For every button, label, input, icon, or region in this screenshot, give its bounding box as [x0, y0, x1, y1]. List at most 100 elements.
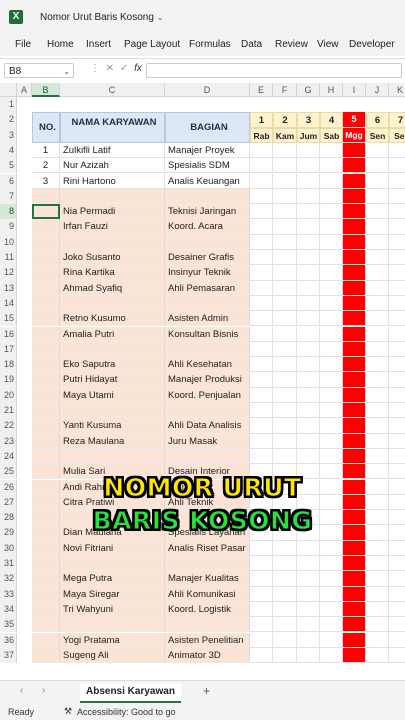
attendance-cell[interactable]: [297, 357, 320, 373]
cell-no[interactable]: [32, 433, 60, 449]
attendance-cell[interactable]: [343, 571, 366, 587]
attendance-cell[interactable]: [366, 341, 389, 358]
row-header-35[interactable]: 35: [0, 617, 17, 633]
cell-bagian[interactable]: [165, 234, 250, 250]
cell-no[interactable]: [32, 204, 60, 220]
attendance-cell[interactable]: [273, 448, 297, 465]
attendance-cell[interactable]: [389, 434, 405, 449]
attendance-cell[interactable]: [273, 265, 297, 281]
attendance-cell[interactable]: [366, 433, 389, 449]
attendance-cell[interactable]: [273, 372, 297, 388]
attendance-cell[interactable]: [250, 326, 273, 342]
attendance-cell[interactable]: [343, 280, 366, 296]
attendance-cell[interactable]: [366, 173, 389, 189]
attendance-cell[interactable]: [273, 556, 297, 572]
attendance-cell[interactable]: [297, 341, 320, 358]
cell-no[interactable]: [32, 188, 60, 205]
cell-nama[interactable]: Maya Utami: [60, 387, 165, 403]
row-header-5[interactable]: 5: [0, 158, 17, 174]
attendance-cell[interactable]: [343, 586, 366, 602]
attendance-cell[interactable]: [273, 250, 297, 266]
cell-no[interactable]: [32, 601, 60, 618]
cell-bagian[interactable]: Asisten Admin: [165, 311, 250, 327]
document-title[interactable]: Nomor Urut Baris Kosong ⌄: [40, 12, 163, 23]
attendance-cell[interactable]: [389, 602, 405, 618]
attendance-cell[interactable]: [343, 617, 366, 633]
attendance-cell[interactable]: [343, 387, 366, 403]
cell-no[interactable]: [32, 357, 60, 373]
tab-data[interactable]: Data: [241, 39, 262, 50]
attendance-cell[interactable]: [366, 295, 389, 312]
attendance-cell[interactable]: [366, 311, 389, 327]
cell-bagian[interactable]: Koord. Acara: [165, 219, 250, 235]
cell-bagian[interactable]: [165, 295, 250, 312]
cell-bagian[interactable]: Koord. Logistik: [165, 601, 250, 618]
cell-nama[interactable]: [60, 295, 165, 312]
row-header-33[interactable]: 33: [0, 586, 17, 602]
column-header-h[interactable]: H: [320, 83, 343, 97]
attendance-cell[interactable]: [343, 326, 366, 342]
cell-bagian[interactable]: Ahli Pemasaran: [165, 280, 250, 296]
attendance-cell[interactable]: [366, 158, 389, 174]
cell-no[interactable]: [32, 586, 60, 602]
attendance-cell[interactable]: [273, 280, 297, 296]
cell-nama[interactable]: Reza Maulana: [60, 433, 165, 449]
row-header-15[interactable]: 15: [0, 311, 17, 327]
row-header-30[interactable]: 30: [0, 540, 17, 556]
attendance-cell[interactable]: [250, 158, 273, 174]
attendance-cell[interactable]: [343, 403, 366, 419]
attendance-cell[interactable]: [273, 142, 297, 159]
attendance-cell[interactable]: [297, 571, 320, 587]
attendance-cell[interactable]: [250, 250, 273, 266]
attendance-cell[interactable]: [366, 280, 389, 296]
attendance-cell[interactable]: [297, 387, 320, 403]
cell-nama[interactable]: Rina Kartika: [60, 265, 165, 281]
attendance-cell[interactable]: [297, 219, 320, 235]
cell-no[interactable]: [32, 280, 60, 296]
chevron-down-icon[interactable]: ⌄: [157, 13, 164, 22]
attendance-cell[interactable]: [297, 173, 320, 189]
row-header-11[interactable]: 11: [0, 250, 17, 266]
attendance-cell[interactable]: [320, 265, 343, 281]
cell-no[interactable]: [32, 234, 60, 250]
attendance-cell[interactable]: [320, 433, 343, 449]
attendance-cell[interactable]: [343, 188, 366, 205]
tab-file[interactable]: File: [15, 39, 31, 50]
attendance-cell[interactable]: [389, 541, 405, 556]
attendance-cell[interactable]: [366, 387, 389, 403]
cell-nama[interactable]: Tri Wahyuni: [60, 601, 165, 618]
attendance-cell[interactable]: [297, 448, 320, 465]
attendance-cell[interactable]: [343, 204, 366, 220]
attendance-cell[interactable]: [366, 448, 389, 465]
cell-bagian[interactable]: Manajer Kualitas: [165, 571, 250, 587]
attendance-cell[interactable]: [389, 204, 405, 220]
cell-bagian[interactable]: [165, 556, 250, 572]
cell-nama[interactable]: Rini Hartono: [60, 173, 165, 189]
row-header-13[interactable]: 13: [0, 280, 17, 296]
attendance-cell[interactable]: [320, 341, 343, 358]
row-header-34[interactable]: 34: [0, 601, 17, 618]
attendance-cell[interactable]: [250, 632, 273, 648]
row-header-22[interactable]: 22: [0, 418, 17, 434]
tab-home[interactable]: Home: [47, 39, 74, 50]
attendance-cell[interactable]: [366, 372, 389, 388]
attendance-cell[interactable]: [320, 204, 343, 220]
column-header-g[interactable]: G: [297, 83, 320, 97]
attendance-cell[interactable]: [320, 295, 343, 312]
attendance-cell[interactable]: [389, 296, 405, 312]
attendance-cell[interactable]: [389, 648, 405, 664]
attendance-cell[interactable]: [389, 250, 405, 266]
cell-nama[interactable]: Putri Hidayat: [60, 372, 165, 388]
attendance-cell[interactable]: [273, 326, 297, 342]
attendance-cell[interactable]: [366, 571, 389, 587]
cell-no[interactable]: [32, 418, 60, 434]
attendance-cell[interactable]: [366, 234, 389, 250]
attendance-cell[interactable]: [343, 158, 366, 174]
cell-nama[interactable]: Yanti Kusuma: [60, 418, 165, 434]
attendance-cell[interactable]: [250, 418, 273, 434]
cell-bagian[interactable]: Animator 3D: [165, 647, 250, 664]
attendance-cell[interactable]: [389, 265, 405, 281]
row-header-24[interactable]: 24: [0, 448, 17, 465]
row-header-4[interactable]: 4: [0, 142, 17, 159]
cancel-icon[interactable]: ✕: [106, 63, 114, 74]
